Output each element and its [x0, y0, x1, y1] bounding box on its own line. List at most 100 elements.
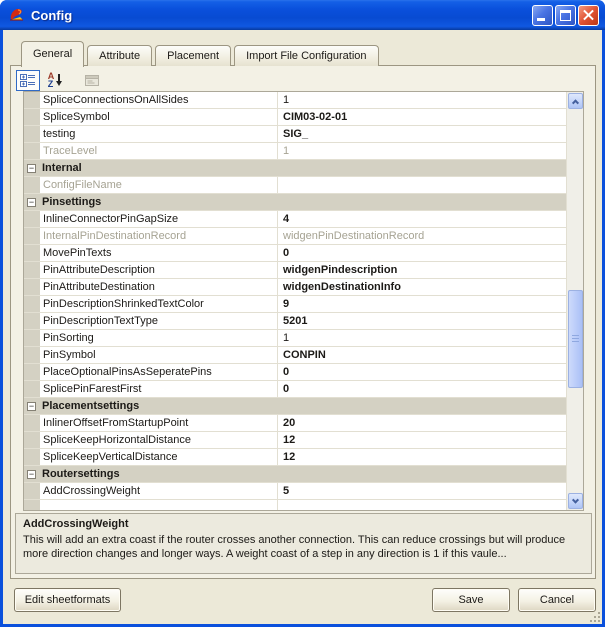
alphabetical-sort-button[interactable]: A Z	[42, 70, 66, 91]
property-row-splicesymbol[interactable]: SpliceSymbolCIM03-02-01	[24, 109, 566, 126]
property-value[interactable]: CONPIN	[278, 347, 566, 363]
property-value[interactable]: 0	[278, 364, 566, 380]
property-row-splicekeepverticaldistance[interactable]: SpliceKeepVerticalDistance12	[24, 449, 566, 466]
tab-import-file-configuration[interactable]: Import File Configuration	[234, 45, 378, 66]
property-value[interactable]: widgenDestinationInfo	[278, 279, 566, 295]
property-value[interactable]: 1	[278, 330, 566, 346]
resize-grip[interactable]	[589, 611, 601, 623]
property-row-tracelevel[interactable]: TraceLevel1	[24, 143, 566, 160]
property-name[interactable]: InlinerOffsetFromStartupPoint	[40, 415, 278, 431]
category-row-placementsettings[interactable]: −Placementsettings	[24, 398, 566, 415]
category-row-pinsettings[interactable]: −Pinsettings	[24, 194, 566, 211]
property-row-spliceconnectionsonallsides[interactable]: SpliceConnectionsOnAllSides1	[24, 92, 566, 109]
property-value[interactable]: widgenPinDestinationRecord	[278, 228, 566, 244]
collapse-icon[interactable]: −	[27, 402, 36, 411]
property-row-movepintexts[interactable]: MovePinTexts0	[24, 245, 566, 262]
minimize-icon	[537, 18, 545, 21]
property-row-pinattributedestination[interactable]: PinAttributeDestinationwidgenDestination…	[24, 279, 566, 296]
property-value[interactable]: 9	[278, 296, 566, 312]
collapse-icon[interactable]: −	[27, 470, 36, 479]
close-icon	[579, 6, 598, 25]
minimize-button[interactable]	[532, 5, 553, 26]
collapse-icon[interactable]: −	[27, 164, 36, 173]
property-name[interactable]: SplicePinFarestFirst	[40, 381, 278, 397]
save-button[interactable]: Save	[432, 588, 510, 612]
tab-attribute[interactable]: Attribute	[87, 45, 152, 66]
property-name[interactable]: testing	[40, 126, 278, 142]
property-value[interactable]: 5201	[278, 313, 566, 329]
category-label: Pinsettings	[40, 194, 101, 210]
row-gutter	[24, 177, 40, 193]
cancel-button[interactable]: Cancel	[518, 588, 596, 612]
property-value[interactable]: 1	[278, 143, 566, 159]
property-name[interactable]: MovePinTexts	[40, 245, 278, 261]
row-gutter	[24, 245, 40, 261]
property-row-placeoptionalpinsasseperatepins[interactable]: PlaceOptionalPinsAsSeperatePins0	[24, 364, 566, 381]
property-row-testing[interactable]: testingSIG_	[24, 126, 566, 143]
property-row-pindescriptiontexttype[interactable]: PinDescriptionTextType5201	[24, 313, 566, 330]
scroll-up-button[interactable]	[568, 93, 583, 109]
maximize-icon	[560, 10, 571, 21]
property-name[interactable]: AddCrossingWeight	[40, 483, 278, 499]
property-row-configfilename[interactable]: ConfigFileName	[24, 177, 566, 194]
scrollbar-thumb[interactable]	[568, 290, 583, 388]
property-value[interactable]: 12	[278, 432, 566, 448]
property-row-pinsymbol[interactable]: PinSymbolCONPIN	[24, 347, 566, 364]
close-button[interactable]	[578, 5, 599, 26]
property-value[interactable]: 4	[278, 211, 566, 227]
tab-general[interactable]: General	[21, 41, 84, 67]
property-row-splicepinfarestfirst[interactable]: SplicePinFarestFirst0	[24, 381, 566, 398]
property-name[interactable]: ConfigFileName	[40, 177, 278, 193]
category-row-routersettings[interactable]: −Routersettings	[24, 466, 566, 483]
property-name[interactable]: PinDescriptionTextType	[40, 313, 278, 329]
property-name[interactable]: SpliceKeepVerticalDistance	[40, 449, 278, 465]
property-value[interactable]	[278, 177, 566, 193]
property-name[interactable]: PinAttributeDestination	[40, 279, 278, 295]
property-row-pinattributedescription[interactable]: PinAttributeDescriptionwidgenPindescript…	[24, 262, 566, 279]
property-value[interactable]: 0	[278, 245, 566, 261]
property-row-inlineroffsetfromstartuppoint[interactable]: InlinerOffsetFromStartupPoint20	[24, 415, 566, 432]
row-gutter	[24, 109, 40, 125]
categorized-button[interactable]	[16, 70, 40, 91]
property-name[interactable]: PlaceOptionalPinsAsSeperatePins	[40, 364, 278, 380]
vertical-scrollbar[interactable]	[566, 92, 583, 510]
property-row-splicekeephorizontaldistance[interactable]: SpliceKeepHorizontalDistance12	[24, 432, 566, 449]
description-title: AddCrossingWeight	[23, 518, 584, 530]
property-name[interactable]: SpliceConnectionsOnAllSides	[40, 92, 278, 108]
row-gutter	[24, 92, 40, 108]
property-name[interactable]: InternalPinDestinationRecord	[40, 228, 278, 244]
property-value[interactable]: CIM03-02-01	[278, 109, 566, 125]
property-row-internalpindestinationrecord[interactable]: InternalPinDestinationRecordwidgenPinDes…	[24, 228, 566, 245]
property-name[interactable]: PinSymbol	[40, 347, 278, 363]
property-name[interactable]: PinAttributeDescription	[40, 262, 278, 278]
property-grid-toolbar: A Z	[16, 69, 104, 91]
property-row-addcrossingweight[interactable]: AddCrossingWeight5	[24, 483, 566, 500]
property-name[interactable]: SpliceKeepHorizontalDistance	[40, 432, 278, 448]
property-value[interactable]: widgenPindescription	[278, 262, 566, 278]
property-name[interactable]: SpliceSymbol	[40, 109, 278, 125]
property-value[interactable]: 1	[278, 92, 566, 108]
property-pages-icon	[84, 74, 100, 87]
property-name[interactable]: InlineConnectorPinGapSize	[40, 211, 278, 227]
tab-placement[interactable]: Placement	[155, 45, 231, 66]
description-body: This will add an extra coast if the rout…	[23, 533, 584, 561]
property-grid: SpliceConnectionsOnAllSides1SpliceSymbol…	[23, 91, 584, 511]
edit-sheetformats-button[interactable]: Edit sheetformats	[14, 588, 121, 612]
title-bar[interactable]: Config	[0, 0, 605, 30]
property-value[interactable]: 12	[278, 449, 566, 465]
property-value[interactable]: 20	[278, 415, 566, 431]
property-name[interactable]: PinSorting	[40, 330, 278, 346]
property-row-pinsorting[interactable]: PinSorting1	[24, 330, 566, 347]
property-row-pindescriptionshrinkedtextcolor[interactable]: PinDescriptionShrinkedTextColor9	[24, 296, 566, 313]
property-row-inlineconnectorpingapsize[interactable]: InlineConnectorPinGapSize4	[24, 211, 566, 228]
property-name[interactable]: PinDescriptionShrinkedTextColor	[40, 296, 278, 312]
category-row-internal[interactable]: −Internal	[24, 160, 566, 177]
collapse-icon[interactable]: −	[27, 198, 36, 207]
scroll-down-button[interactable]	[568, 493, 583, 509]
maximize-button[interactable]	[555, 5, 576, 26]
property-value[interactable]: 5	[278, 483, 566, 499]
property-value[interactable]: 0	[278, 381, 566, 397]
property-value[interactable]: SIG_	[278, 126, 566, 142]
property-name[interactable]: TraceLevel	[40, 143, 278, 159]
category-label: Routersettings	[40, 466, 120, 482]
